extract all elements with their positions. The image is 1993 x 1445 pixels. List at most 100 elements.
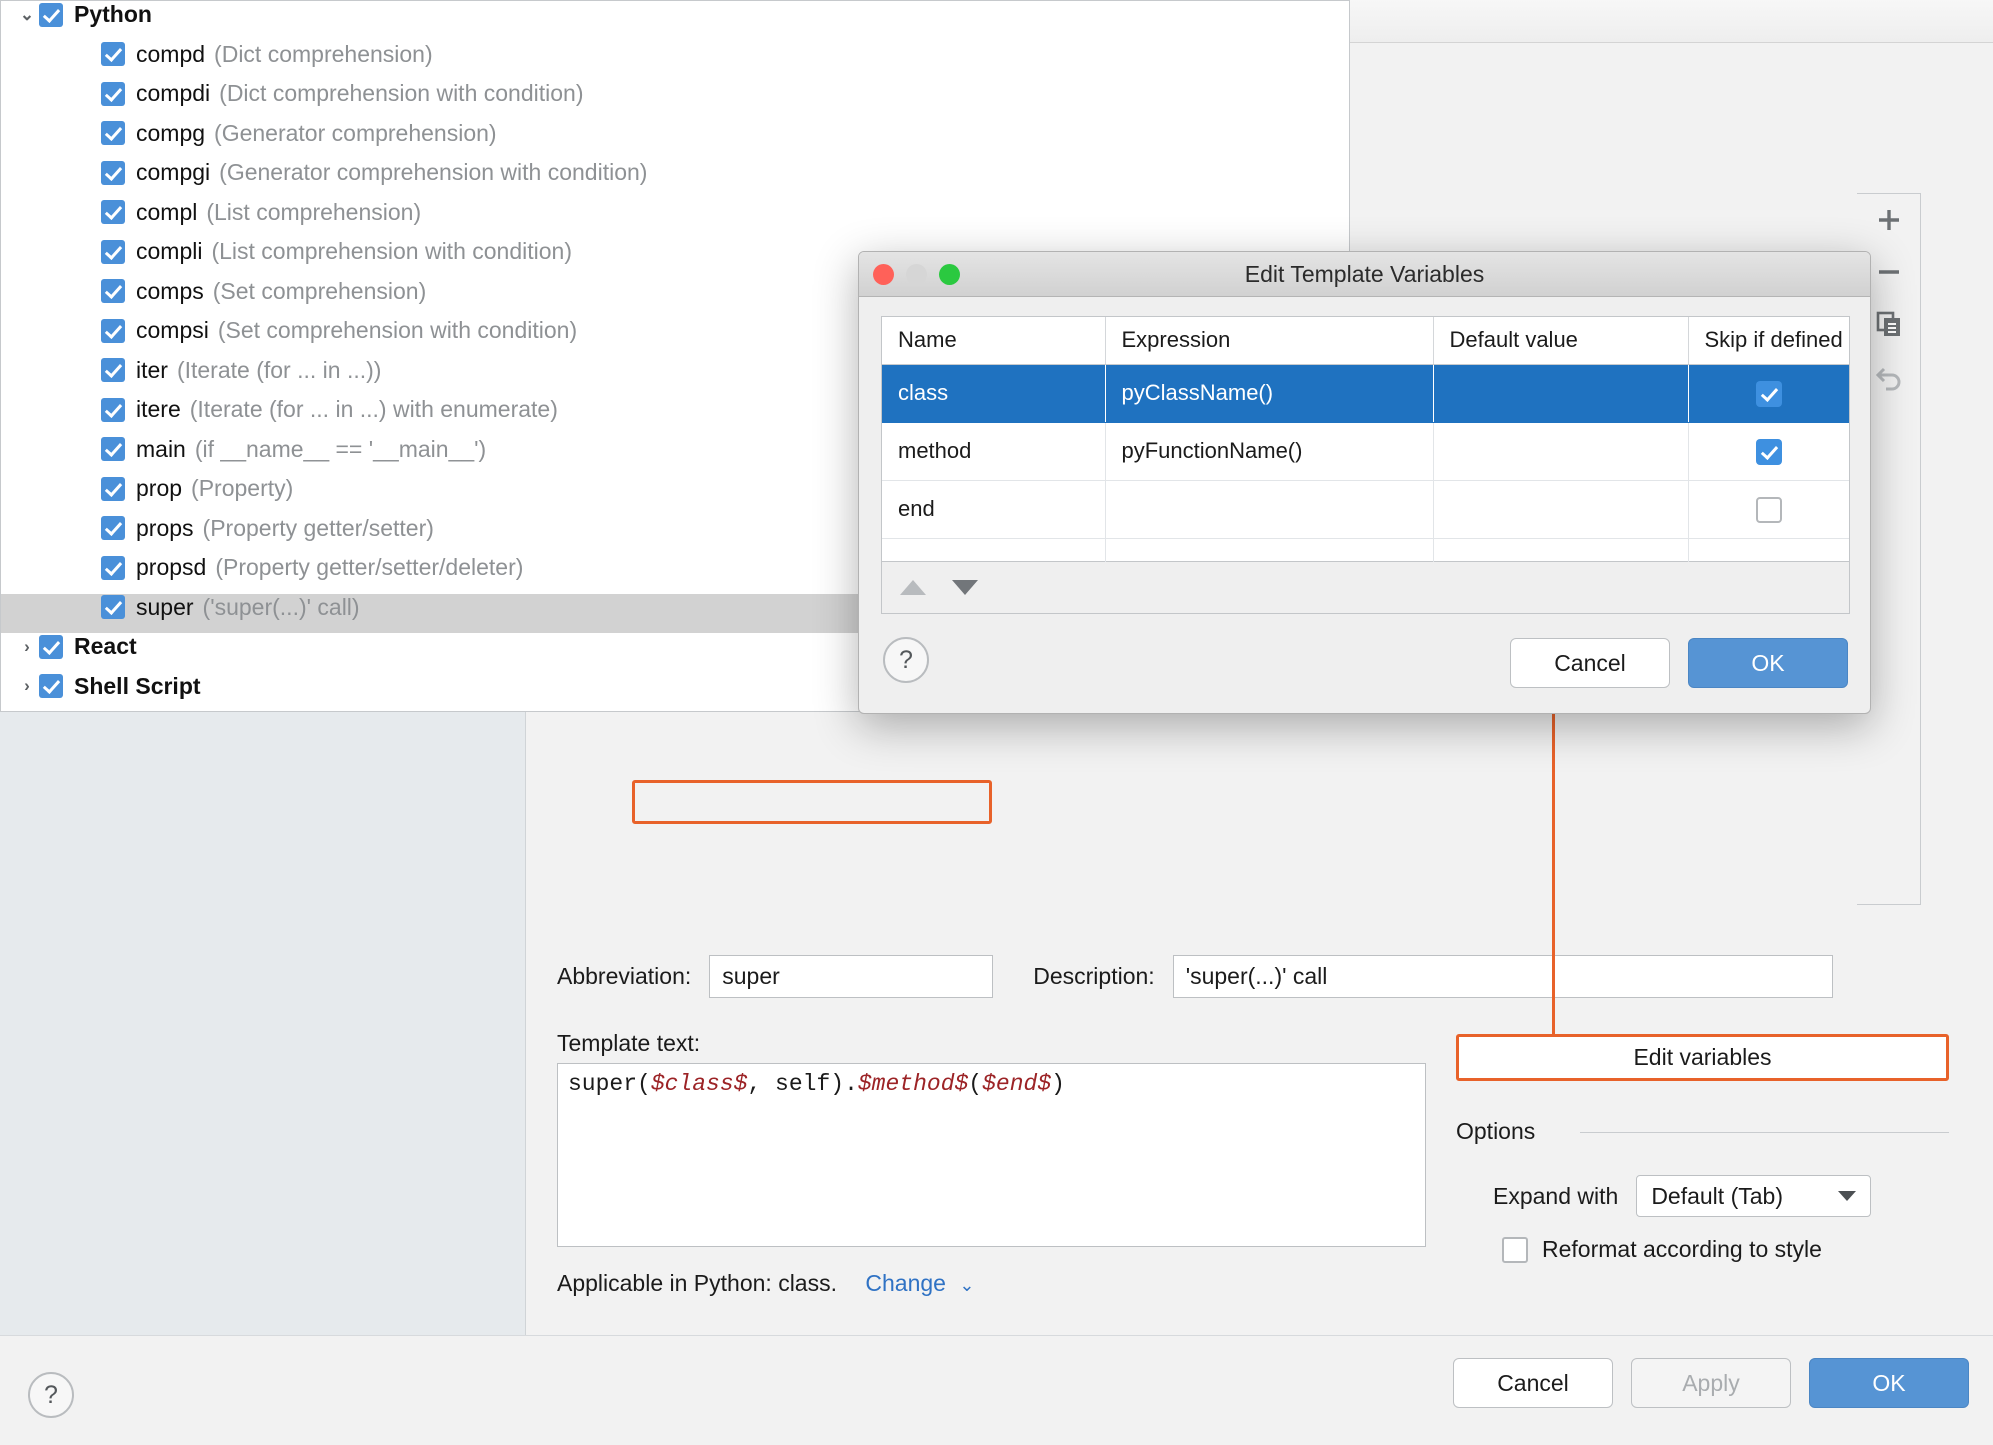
variables-column-header[interactable]: Expression [1105, 317, 1434, 365]
variables-column-header[interactable]: Name [882, 317, 1106, 365]
template-text-label: Template text: [557, 1030, 701, 1056]
variable-name-cell[interactable]: end [882, 480, 1106, 539]
chevron-right-icon[interactable]: › [15, 637, 39, 657]
chevron-down-icon [1838, 1191, 1857, 1201]
dialog-ok-button[interactable]: OK [1688, 638, 1848, 688]
variable-name-cell[interactable]: class [882, 364, 1106, 423]
template-enabled-checkbox[interactable] [101, 437, 125, 461]
template-enabled-checkbox[interactable] [101, 239, 125, 264]
template-enabled-checkbox[interactable] [101, 121, 125, 145]
description-label: Description: [1033, 963, 1155, 989]
chevron-down-icon[interactable]: ⌄ [15, 5, 39, 25]
reformat-row[interactable]: Reformat according to style [1502, 1236, 1822, 1263]
template-literal-token: ( [968, 1071, 983, 1097]
apply-button[interactable]: Apply [1631, 1358, 1791, 1408]
abbreviation-input[interactable] [709, 955, 994, 998]
template-abbreviation: comps [136, 277, 204, 304]
dialog-help-button[interactable]: ? [883, 637, 929, 683]
dialog-cancel-button[interactable]: Cancel [1510, 638, 1670, 688]
options-section-title: Options [1456, 1118, 1536, 1144]
template-abbreviation: compg [136, 119, 206, 146]
footer-buttons: Cancel Apply OK [1453, 1358, 1969, 1408]
template-enabled-checkbox[interactable] [101, 476, 125, 501]
reformat-label: Reformat according to style [1542, 1236, 1822, 1262]
variable-default-cell[interactable] [1433, 422, 1689, 481]
variables-table-row[interactable]: method pyFunctionName() [882, 422, 1849, 481]
variable-expression-cell[interactable] [1105, 480, 1434, 539]
skip-if-defined-checkbox[interactable] [1755, 496, 1782, 523]
template-description: (Iterate (for ... in ...) with enumerate… [189, 396, 558, 422]
description-input[interactable] [1172, 955, 1833, 998]
template-enabled-checkbox[interactable] [101, 279, 125, 303]
abbreviation-row: Abbreviation: Description: [557, 955, 1833, 998]
variables-table[interactable]: Name Expression Default value Skip if defin… [881, 316, 1850, 597]
reformat-checkbox[interactable] [1502, 1236, 1528, 1263]
dialog-titlebar: Edit Template Variables [859, 252, 1870, 297]
help-button[interactable]: ? [28, 1372, 74, 1418]
ok-button[interactable]: OK [1809, 1358, 1969, 1408]
move-up-icon[interactable] [900, 580, 926, 595]
skip-if-defined-checkbox[interactable] [1755, 438, 1782, 465]
template-abbreviation: Shell Script [74, 672, 201, 699]
cancel-button[interactable]: Cancel [1453, 1358, 1613, 1408]
variables-table-row[interactable]: end [882, 480, 1849, 539]
skip-if-defined-checkbox[interactable] [1755, 380, 1782, 407]
tree-group-row[interactable]: ⌄ Python [1, 1, 1349, 41]
template-text-editor[interactable]: super($class$, self).$method$($end$) [557, 1063, 1426, 1247]
variable-skip-cell[interactable] [1688, 422, 1849, 481]
variable-expression-cell[interactable]: pyFunctionName() [1105, 422, 1434, 481]
tree-template-row[interactable]: compg (Generator comprehension) [1, 120, 1349, 160]
tree-template-row[interactable]: compgi (Generator comprehension with cond… [1, 159, 1349, 199]
variables-column-header[interactable]: Skip if defined [1688, 317, 1849, 365]
template-literal-token: ) [1051, 1071, 1065, 1097]
dialog-title: Edit Template Variables [1244, 261, 1485, 287]
change-context-link[interactable]: Change [865, 1270, 946, 1296]
template-enabled-checkbox[interactable] [101, 318, 125, 343]
template-enabled-checkbox[interactable] [101, 81, 125, 106]
template-enabled-checkbox[interactable] [101, 200, 125, 224]
tree-template-row[interactable]: compl (List comprehension) [1, 199, 1349, 239]
template-enabled-checkbox[interactable] [101, 595, 125, 619]
chevron-right-icon[interactable]: › [15, 676, 39, 696]
variable-default-cell[interactable] [1433, 364, 1689, 423]
template-enabled-checkbox[interactable] [101, 397, 125, 422]
variable-skip-cell[interactable] [1688, 480, 1849, 539]
template-enabled-checkbox[interactable] [39, 2, 63, 27]
template-description: (Set comprehension with condition) [217, 317, 578, 343]
template-abbreviation: compd [136, 40, 206, 67]
template-enabled-checkbox[interactable] [39, 634, 63, 659]
template-description: (Generator comprehension) [214, 119, 497, 146]
template-description: (Generator comprehension with condition) [219, 159, 648, 185]
edit-variables-button[interactable]: Edit variables [1456, 1034, 1949, 1081]
expand-with-select[interactable]: Default (Tab) [1636, 1175, 1872, 1217]
expand-with-label: Expand with [1493, 1182, 1619, 1209]
template-abbreviation: prop [136, 475, 183, 501]
template-enabled-checkbox[interactable] [39, 674, 63, 698]
tree-template-row[interactable]: compd (Dict comprehension) [1, 41, 1349, 81]
move-down-icon[interactable] [952, 580, 978, 595]
variable-skip-cell[interactable] [1688, 364, 1849, 423]
variable-default-cell[interactable] [1433, 480, 1689, 539]
template-description: (List comprehension with condition) [211, 238, 572, 264]
template-enabled-checkbox[interactable] [101, 516, 125, 540]
template-literal-token: , self). [747, 1071, 858, 1097]
variables-table-row[interactable]: class pyClassName() [882, 364, 1849, 423]
variables-column-header[interactable]: Default value [1433, 317, 1689, 365]
add-template-button[interactable] [1857, 194, 1921, 246]
template-description: (if __name__ == '__main__') [194, 435, 487, 462]
abbreviation-label: Abbreviation: [557, 963, 692, 989]
tree-template-row[interactable]: compdi (Dict comprehension with condition… [1, 80, 1349, 120]
template-enabled-checkbox[interactable] [101, 42, 125, 66]
variable-expression-cell[interactable]: pyClassName() [1105, 364, 1434, 423]
template-abbreviation: compdi [136, 80, 211, 106]
template-description: (Property getter/setter) [202, 514, 434, 541]
template-abbreviation: itere [136, 396, 181, 422]
template-description: ('super(...)' call) [202, 593, 360, 620]
template-abbreviation: props [136, 514, 194, 541]
template-variable-token: $method$ [857, 1071, 969, 1097]
variable-name-cell[interactable]: method [882, 422, 1106, 481]
template-enabled-checkbox[interactable] [101, 555, 125, 580]
template-enabled-checkbox[interactable] [101, 160, 125, 185]
template-variable-token: $class$ [650, 1071, 748, 1097]
template-enabled-checkbox[interactable] [101, 358, 125, 382]
